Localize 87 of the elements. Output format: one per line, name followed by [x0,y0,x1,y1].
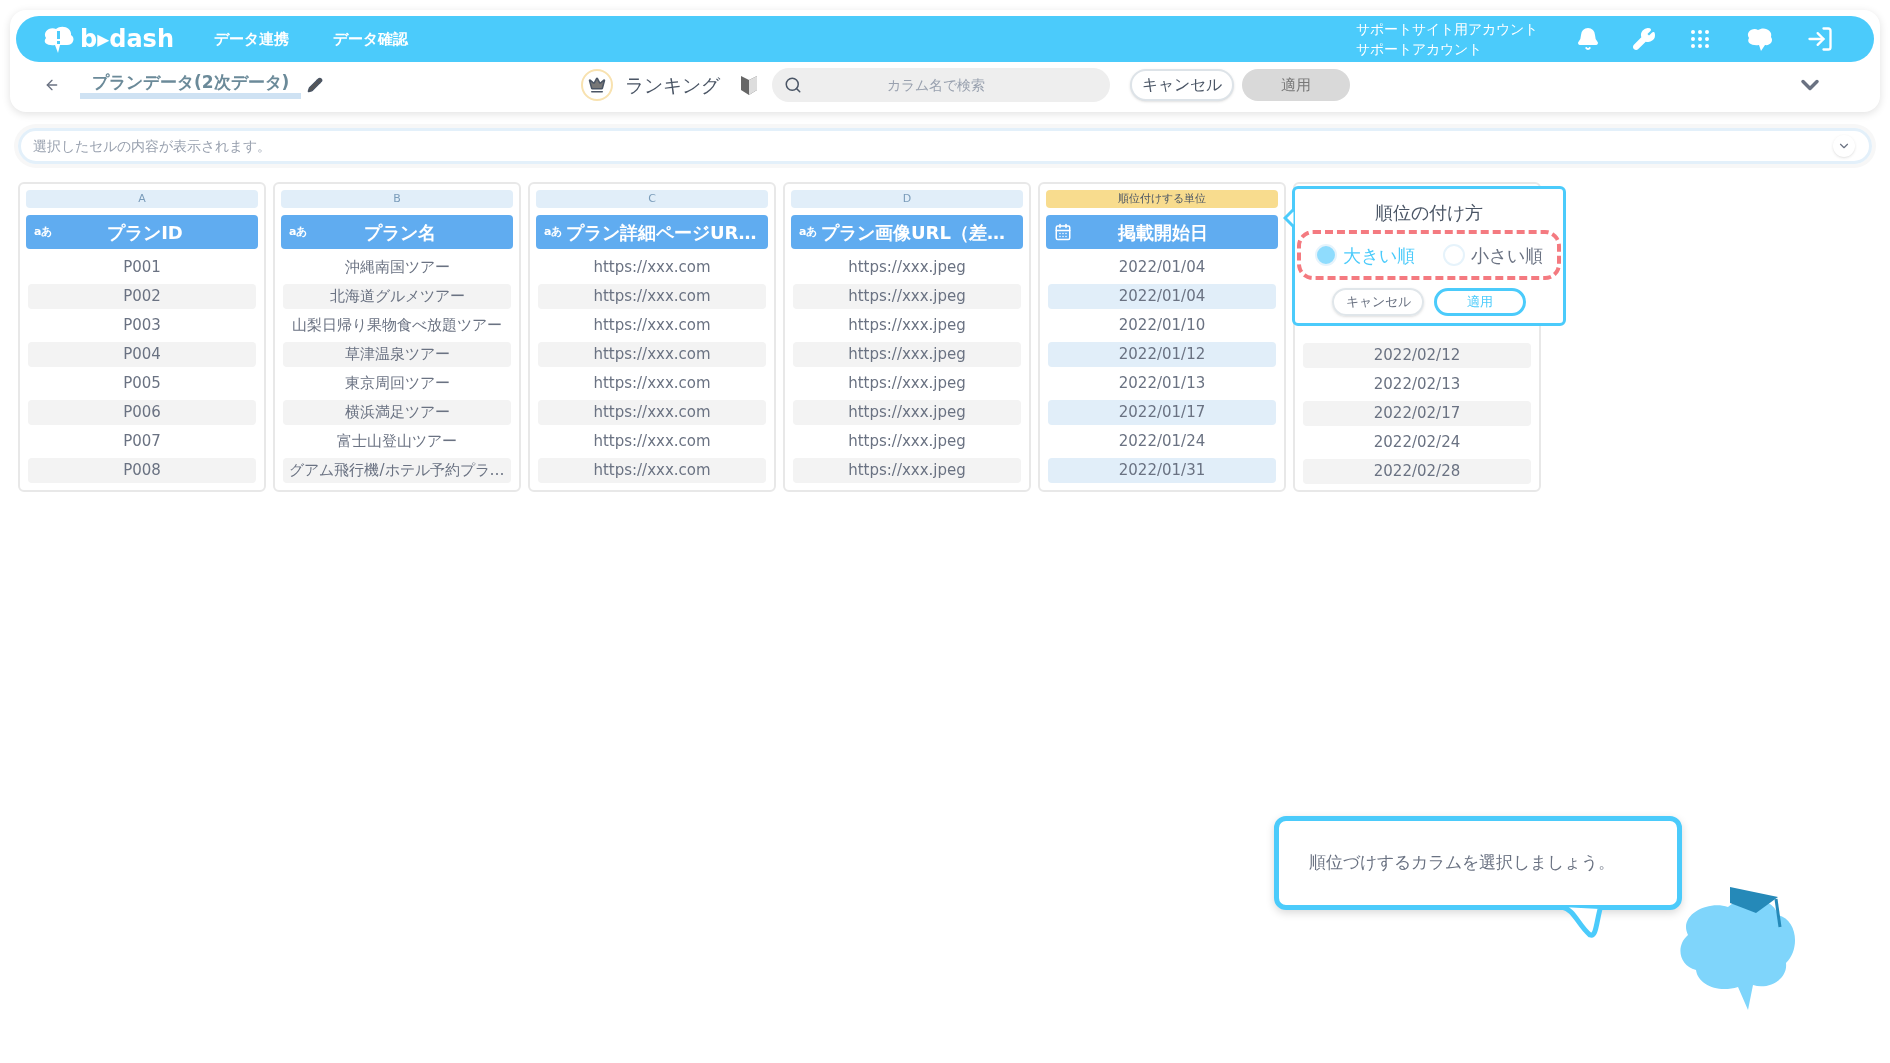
search-field[interactable]: カラム名で検索 [772,68,1111,102]
column-name: プランID [106,220,184,245]
logo-text: b▸dash [80,24,174,55]
shield-icon [740,74,759,96]
search-input[interactable]: カラム名で検索 [802,74,1111,96]
table-cell[interactable]: P001 [28,255,256,280]
table-cell[interactable]: P006 [28,400,256,425]
back-icon[interactable] [44,77,60,93]
table-cell[interactable]: https://xxx.jpeg [793,458,1021,483]
table-cell[interactable]: P008 [28,458,256,483]
table-cell[interactable]: 富士山登山ツアー [283,429,511,454]
table-cell[interactable]: 2022/01/12 [1048,342,1276,367]
table-cell[interactable]: https://xxx.jpeg [793,284,1021,309]
table-cell[interactable]: P003 [28,313,256,338]
unit-label: 順位付けする単位 [1046,190,1278,208]
table-cell[interactable]: P007 [28,429,256,454]
table-cell[interactable]: 横浜満足ツアー [283,400,511,425]
table-cell[interactable]: https://xxx.com [538,371,766,396]
table-cell[interactable]: 東京周回ツアー [283,371,511,396]
table-cell[interactable]: 2022/02/12 [1303,343,1531,368]
column-name: 掲載開始日 [1117,220,1209,245]
popup-title: 順位の付け方 [1375,201,1483,225]
radio-option[interactable]: 小さい順 [1443,241,1543,269]
popup-cancel-button[interactable]: キャンセル [1332,288,1424,316]
text-type-label: aあ [544,223,564,240]
column-name: プラン名 [363,220,437,245]
cell-content-placeholder: 選択したセルの内容が表示されます。 [33,136,272,156]
column-header[interactable]: aあ プランID [26,215,258,249]
crown-icon [588,76,607,94]
table-cell[interactable]: 2022/01/31 [1048,458,1276,483]
table-cell[interactable]: https://xxx.com [538,429,766,454]
table-cell[interactable]: 北海道グルメツアー [283,284,511,309]
expand-button[interactable] [1833,135,1855,157]
column-header[interactable]: aあ プラン名 [281,215,513,249]
table-cell[interactable]: https://xxx.jpeg [793,255,1021,280]
page-title[interactable]: プランデータ(2次データ) [80,71,302,99]
table-cell[interactable]: 2022/01/04 [1048,284,1276,309]
table-cell[interactable]: https://xxx.com [538,400,766,425]
table-cell[interactable]: 山梨日帰り果物食べ放題ツアー [283,313,511,338]
table-cell[interactable]: 2022/01/10 [1048,313,1276,338]
table-cell[interactable]: 沖縄南国ツアー [283,255,511,280]
table-cell[interactable]: P004 [28,342,256,367]
calendar-icon [1054,223,1072,241]
wrench-icon[interactable] [1632,27,1656,51]
account-name: サポートアカウント [1356,40,1483,59]
column-name: プラン画像URL（差… [821,220,1006,245]
table-cell[interactable]: 2022/01/13 [1048,371,1276,396]
login-icon[interactable] [1806,25,1834,53]
table-cell[interactable]: 2022/01/04 [1048,255,1276,280]
column-letter: D [791,190,1023,208]
table-cell[interactable]: P002 [28,284,256,309]
mode-label: ランキング [625,72,721,98]
table-cell[interactable]: 2022/02/28 [1303,459,1531,484]
column-letter: C [536,190,768,208]
table-cell[interactable]: https://xxx.jpeg [793,371,1021,396]
text-type-label: aあ [34,223,54,240]
table-cell[interactable]: https://xxx.com [538,458,766,483]
text-type-label: aあ [289,223,309,240]
column-letter: A [26,190,258,208]
column-header[interactable]: 掲載開始日 [1046,215,1278,249]
text-type-label: aあ [799,223,819,240]
apps-grid-icon[interactable] [1688,27,1712,51]
table-cell[interactable]: 2022/02/24 [1303,430,1531,455]
table-cell[interactable]: 2022/02/17 [1303,401,1531,426]
table-cell[interactable]: https://xxx.com [538,255,766,280]
guide-text: 順位づけするカラムを選択しましょう。 [1309,851,1615,875]
cancel-button[interactable]: キャンセル [1130,69,1235,101]
table-cell[interactable]: https://xxx.com [538,313,766,338]
table-cell[interactable]: https://xxx.jpeg [793,429,1021,454]
table-cell[interactable]: P005 [28,371,256,396]
column-letter: B [281,190,513,208]
apply-button: 適用 [1242,69,1351,101]
table-cell[interactable]: https://xxx.com [538,284,766,309]
table-cell[interactable]: 2022/01/24 [1048,429,1276,454]
account-name: サポートサイト用アカウント [1356,20,1538,39]
search-icon [784,76,803,94]
column-name: プラン詳細ページUR… [566,220,758,245]
table-cell[interactable]: 草津温泉ツアー [283,342,511,367]
table-cell[interactable]: https://xxx.jpeg [793,313,1021,338]
table-cell[interactable]: 2022/01/17 [1048,400,1276,425]
table-cell[interactable]: https://xxx.jpeg [793,342,1021,367]
bell-icon[interactable] [1576,27,1600,51]
table-cell[interactable]: https://xxx.com [538,342,766,367]
table-cell[interactable]: 2022/02/13 [1303,372,1531,397]
table-cell[interactable]: グアム飛行機/ホテル予約プラ… [283,458,511,483]
table-cell[interactable]: https://xxx.jpeg [793,400,1021,425]
edit-icon[interactable] [307,77,324,93]
